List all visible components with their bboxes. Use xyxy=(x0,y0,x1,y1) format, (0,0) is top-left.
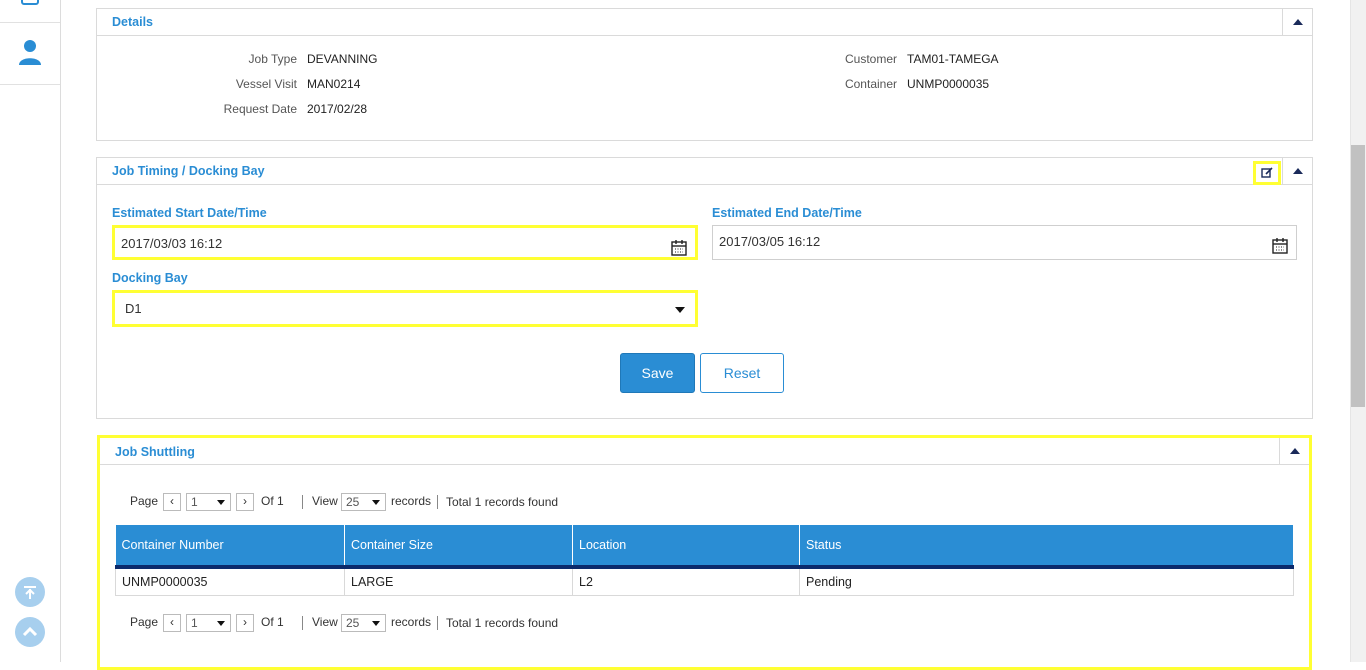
table-header-row: Container Number Container Size Location… xyxy=(115,525,1294,569)
end-datetime-label: Estimated End Date/Time xyxy=(712,206,862,220)
page-label: Page xyxy=(130,494,159,508)
start-datetime-input[interactable]: 2017/03/03 16:12 xyxy=(112,225,698,260)
end-datetime-value: 2017/03/05 16:12 xyxy=(719,234,821,249)
job-shuttling-title: Job Shuttling xyxy=(115,445,195,459)
docking-bay-select[interactable]: D1 xyxy=(112,290,698,327)
column-header[interactable]: Location xyxy=(572,525,800,569)
edit-icon[interactable] xyxy=(1253,161,1281,185)
page-size-select[interactable]: 25 xyxy=(341,614,386,632)
view-label: View xyxy=(312,494,338,508)
pager-divider xyxy=(437,495,438,509)
rail-divider xyxy=(0,22,60,23)
scroll-to-top-icon[interactable] xyxy=(15,617,45,647)
view-label: View xyxy=(312,615,338,629)
vessel-visit-value: MAN0214 xyxy=(307,77,361,91)
records-label: records xyxy=(391,615,432,629)
rail-divider xyxy=(0,84,60,85)
job-type-value: DEVANNING xyxy=(307,52,378,66)
total-records: Total 1 records found xyxy=(446,616,559,630)
page-select-value: 1 xyxy=(191,616,198,630)
details-panel: Details xyxy=(96,8,1313,141)
next-page-button[interactable]: › xyxy=(236,493,254,511)
prev-page-button[interactable]: ‹ xyxy=(163,493,181,511)
reset-button[interactable]: Reset xyxy=(700,353,784,393)
scroll-to-bottom-icon[interactable] xyxy=(15,577,45,607)
chevron-down-icon xyxy=(675,307,685,313)
calendar-icon[interactable] xyxy=(16,0,44,14)
shuttling-table: Container Number Container Size Location… xyxy=(115,525,1294,596)
job-timing-collapse-button[interactable] xyxy=(1282,158,1312,184)
customer-value: TAM01-TAMEGA xyxy=(907,52,999,66)
pager-divider xyxy=(437,616,438,630)
job-type-label: Job Type xyxy=(248,52,297,66)
details-collapse-button[interactable] xyxy=(1282,9,1312,35)
end-datetime-input[interactable]: 2017/03/05 16:12 xyxy=(712,225,1297,260)
job-timing-title: Job Timing / Docking Bay xyxy=(112,164,265,178)
cell-container-number: UNMP0000035 xyxy=(115,566,345,596)
start-datetime-value: 2017/03/03 16:12 xyxy=(121,236,223,251)
column-header[interactable]: Container Size xyxy=(344,525,573,569)
pager-divider xyxy=(302,616,303,630)
chevron-down-icon xyxy=(217,621,225,626)
docking-bay-label: Docking Bay xyxy=(112,271,188,285)
scrollbar-thumb[interactable] xyxy=(1351,145,1365,407)
chevron-down-icon xyxy=(372,500,380,505)
pager-divider xyxy=(302,495,303,509)
records-label: records xyxy=(391,494,432,508)
vessel-visit-label: Vessel Visit xyxy=(235,77,297,91)
table-row[interactable]: UNMP0000035 LARGE L2 Pending xyxy=(115,566,1294,596)
chevron-down-icon xyxy=(372,621,380,626)
chevron-down-icon xyxy=(217,500,225,505)
cell-container-size: LARGE xyxy=(344,566,573,596)
container-value: UNMP0000035 xyxy=(907,77,990,91)
cell-status: Pending xyxy=(799,566,1294,596)
details-header: Details xyxy=(97,9,1312,36)
job-shuttling-header: Job Shuttling xyxy=(100,438,1309,465)
user-icon[interactable] xyxy=(16,38,44,66)
page-select-value: 1 xyxy=(191,495,198,509)
left-rail xyxy=(0,0,61,662)
column-header[interactable]: Status xyxy=(799,525,1294,569)
cell-location: L2 xyxy=(572,566,800,596)
page-size-select[interactable]: 25 xyxy=(341,493,386,511)
page-label: Page xyxy=(130,615,159,629)
job-timing-header: Job Timing / Docking Bay xyxy=(97,158,1312,185)
docking-bay-value: D1 xyxy=(125,301,142,316)
page-size-value: 25 xyxy=(346,495,360,509)
total-records: Total 1 records found xyxy=(446,495,559,509)
page-select[interactable]: 1 xyxy=(186,493,231,511)
pager-bottom: Page ‹ 1 › Of 1 View 25 records Total 1 … xyxy=(130,614,730,634)
calendar-icon[interactable] xyxy=(1272,234,1288,266)
request-date-label: Request Date xyxy=(223,102,297,116)
column-header[interactable]: Container Number xyxy=(115,525,345,569)
request-date-value: 2017/02/28 xyxy=(307,102,368,116)
job-shuttling-collapse-button[interactable] xyxy=(1279,438,1309,464)
next-page-button[interactable]: › xyxy=(236,614,254,632)
prev-page-button[interactable]: ‹ xyxy=(163,614,181,632)
save-button[interactable]: Save xyxy=(620,353,695,393)
page-count: Of 1 xyxy=(261,494,284,508)
page-select[interactable]: 1 xyxy=(186,614,231,632)
details-title: Details xyxy=(112,15,153,29)
start-datetime-label: Estimated Start Date/Time xyxy=(112,206,267,220)
customer-label: Customer xyxy=(844,52,897,66)
calendar-icon[interactable] xyxy=(671,236,687,268)
pager-top: Page ‹ 1 › Of 1 View 25 records Total 1 … xyxy=(130,493,730,513)
page-count: Of 1 xyxy=(261,615,284,629)
container-label: Container xyxy=(844,77,897,91)
page-size-value: 25 xyxy=(346,616,360,630)
